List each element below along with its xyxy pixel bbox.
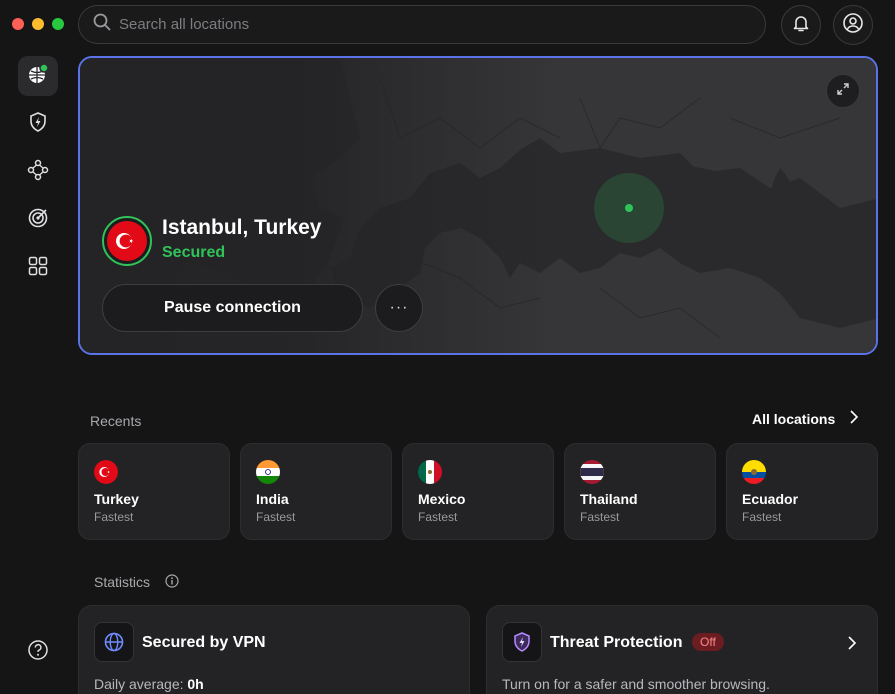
- recent-location-sub: Fastest: [94, 510, 134, 524]
- recent-location-ecuador[interactable]: Ecuador Fastest: [726, 443, 878, 540]
- recent-location-sub: Fastest: [418, 510, 458, 524]
- bell-icon: [791, 13, 811, 38]
- all-locations-label: All locations: [752, 410, 836, 427]
- target-icon: [27, 207, 49, 234]
- window-controls: [12, 18, 64, 30]
- close-window-button[interactable]: [12, 18, 24, 30]
- turkey-flag-icon: [102, 216, 152, 266]
- meshnet-icon: [27, 159, 49, 186]
- pause-connection-button[interactable]: Pause connection: [102, 284, 363, 332]
- india-flag-icon: [256, 460, 280, 484]
- sidebar-item-apps[interactable]: [18, 248, 58, 288]
- thailand-flag-icon: [580, 460, 604, 484]
- vpn-stats-card[interactable]: Secured by VPN Daily average: 0h: [78, 605, 470, 694]
- search-bar[interactable]: [78, 5, 766, 44]
- status-badge: Off: [692, 633, 724, 651]
- threat-protection-title: Threat Protection: [550, 634, 683, 651]
- more-options-button[interactable]: ···: [375, 284, 423, 332]
- recent-location-india[interactable]: India Fastest: [240, 443, 392, 540]
- connection-status: Secured: [162, 244, 226, 261]
- daily-average-value: 0h: [187, 676, 204, 692]
- expand-icon: [836, 82, 850, 101]
- vpn-daily-average: Daily average: 0h: [94, 676, 204, 692]
- recent-location-thailand[interactable]: Thailand Fastest: [564, 443, 716, 540]
- sidebar-item-dark-web-monitor[interactable]: [18, 200, 58, 240]
- connected-location: Istanbul, Turkey: [162, 216, 322, 239]
- chevron-right-icon: [849, 410, 859, 427]
- recent-location-name: Ecuador: [742, 491, 799, 507]
- recent-location-turkey[interactable]: Turkey Fastest: [78, 443, 230, 540]
- recent-location-sub: Fastest: [256, 510, 296, 524]
- notifications-button[interactable]: [781, 5, 821, 45]
- turkey-flag-icon: [94, 460, 118, 484]
- statistics-label: Statistics: [94, 574, 151, 590]
- recent-location-name: Turkey: [94, 491, 139, 507]
- threat-protection-card[interactable]: Threat Protection Off Turn on for a safe…: [486, 605, 878, 694]
- sidebar-item-meshnet[interactable]: [18, 152, 58, 192]
- sidebar-item-vpn[interactable]: [18, 56, 58, 96]
- search-input[interactable]: [119, 16, 719, 33]
- all-locations-link[interactable]: All locations: [752, 410, 859, 427]
- grid-icon: [28, 256, 48, 281]
- profile-button[interactable]: [833, 5, 873, 45]
- help-icon: [27, 639, 49, 666]
- shield-bolt-icon: [27, 111, 49, 138]
- help-button[interactable]: [18, 632, 58, 672]
- daily-average-label: Daily average:: [94, 676, 184, 692]
- vpn-stats-title: Secured by VPN: [142, 634, 266, 651]
- globe-icon: [27, 62, 49, 90]
- info-icon[interactable]: [165, 574, 179, 593]
- recent-location-sub: Fastest: [742, 510, 782, 524]
- search-icon: [93, 13, 111, 36]
- minimize-window-button[interactable]: [32, 18, 44, 30]
- ecuador-flag-icon: [742, 460, 766, 484]
- maximize-window-button[interactable]: [52, 18, 64, 30]
- mexico-flag-icon: [418, 460, 442, 484]
- recents-label: Recents: [90, 413, 142, 429]
- expand-map-button[interactable]: [826, 74, 860, 108]
- profile-icon: [842, 12, 864, 39]
- threat-protection-description: Turn on for a safer and smoother browsin…: [502, 676, 770, 692]
- recent-location-name: Thailand: [580, 491, 638, 507]
- chevron-right-icon: [847, 636, 857, 655]
- sidebar-item-threat-protection[interactable]: [18, 104, 58, 144]
- recent-location-name: India: [256, 491, 289, 507]
- threat-shield-icon: [502, 622, 542, 662]
- vpn-globe-icon: [94, 622, 134, 662]
- recent-location-sub: Fastest: [580, 510, 620, 524]
- connection-card: Istanbul, Turkey Secured Pause connectio…: [78, 56, 878, 355]
- recent-location-mexico[interactable]: Mexico Fastest: [402, 443, 554, 540]
- recent-location-name: Mexico: [418, 491, 466, 507]
